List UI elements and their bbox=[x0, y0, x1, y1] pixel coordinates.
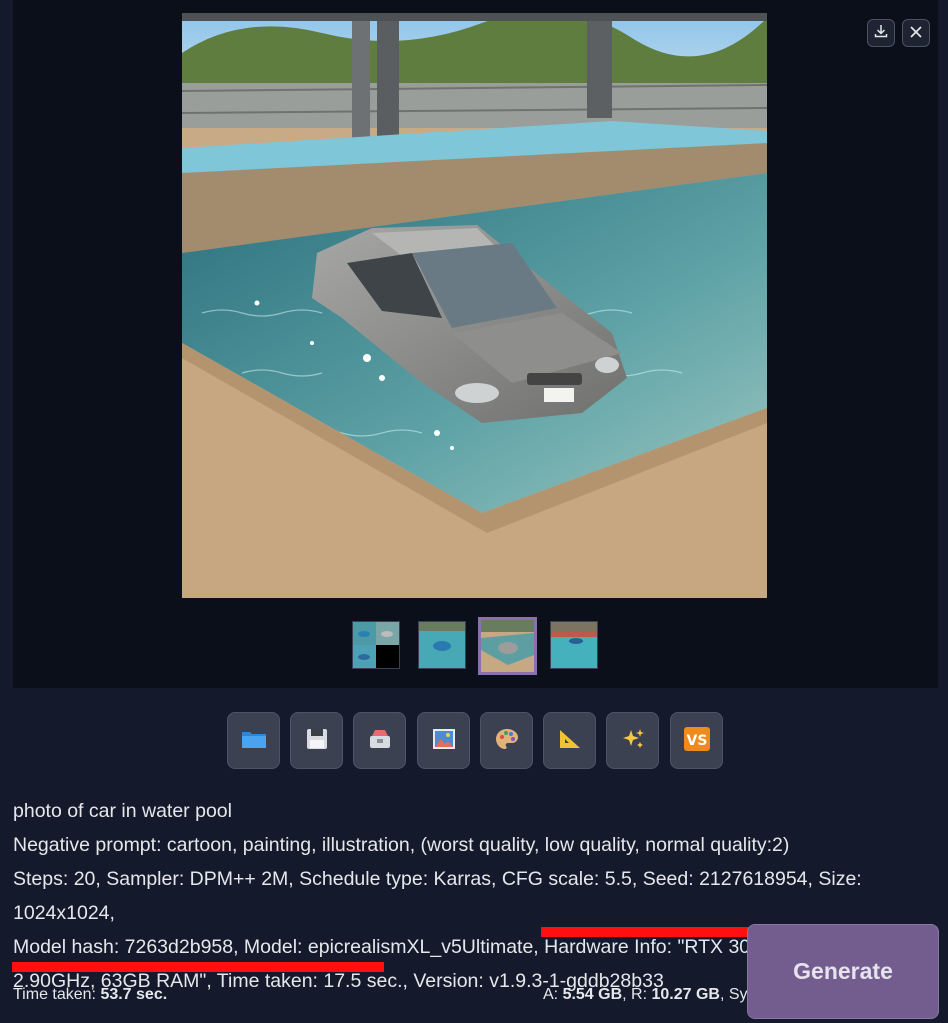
memory-stats: A: 5.54 GB, R: 10.27 GB, Sys: bbox=[543, 986, 760, 1004]
mem-a-value: 5.54 GB bbox=[562, 986, 623, 1003]
image-icon bbox=[432, 728, 456, 754]
image-gallery bbox=[13, 0, 938, 688]
thumbnail-2[interactable] bbox=[418, 621, 466, 669]
mem-a-label: A: bbox=[543, 986, 563, 1003]
time-taken-value: 53.7 sec. bbox=[100, 986, 168, 1003]
svg-text:VS: VS bbox=[686, 733, 707, 749]
thumbnail-4[interactable] bbox=[550, 621, 598, 669]
thumbnail-grid[interactable] bbox=[352, 621, 400, 669]
thumbnail-3-selected[interactable] bbox=[478, 617, 537, 675]
close-icon bbox=[909, 24, 923, 43]
params-line-1: Steps: 20, Sampler: DPM++ 2M, Schedule t… bbox=[13, 868, 862, 924]
sparkles-icon bbox=[621, 727, 645, 755]
compare-button[interactable]: VS bbox=[670, 712, 723, 769]
send-to-inpaint-button[interactable] bbox=[480, 712, 533, 769]
red-underline-2 bbox=[12, 962, 384, 972]
zip-icon bbox=[368, 728, 392, 754]
save-icon bbox=[306, 728, 328, 754]
mem-r-label: , R: bbox=[622, 986, 652, 1003]
close-button[interactable] bbox=[902, 19, 930, 47]
save-button[interactable] bbox=[290, 712, 343, 769]
time-taken-label: Time taken: bbox=[13, 986, 101, 1003]
params-line-2a: Model hash: 7263d2b958, Model: epicreali… bbox=[13, 936, 545, 958]
vs-icon: VS bbox=[683, 726, 710, 755]
enhance-button[interactable] bbox=[606, 712, 659, 769]
download-button[interactable] bbox=[867, 19, 895, 47]
action-toolbar: VS bbox=[0, 712, 948, 770]
send-to-img2img-button[interactable] bbox=[417, 712, 470, 769]
open-folder-button[interactable] bbox=[227, 712, 280, 769]
prompt-text: photo of car in water pool bbox=[13, 800, 232, 822]
zip-button[interactable] bbox=[353, 712, 406, 769]
generated-image[interactable] bbox=[182, 13, 767, 598]
send-to-extras-button[interactable] bbox=[543, 712, 596, 769]
folder-icon bbox=[241, 728, 267, 754]
palette-icon bbox=[495, 728, 519, 754]
triangle-ruler-icon bbox=[558, 728, 582, 754]
download-icon bbox=[873, 23, 889, 43]
generate-button[interactable]: Generate bbox=[747, 924, 939, 1019]
negative-prompt-text: Negative prompt: cartoon, painting, illu… bbox=[13, 834, 790, 856]
mem-r-value: 10.27 GB bbox=[651, 986, 720, 1003]
thumbnail-strip bbox=[13, 617, 938, 675]
